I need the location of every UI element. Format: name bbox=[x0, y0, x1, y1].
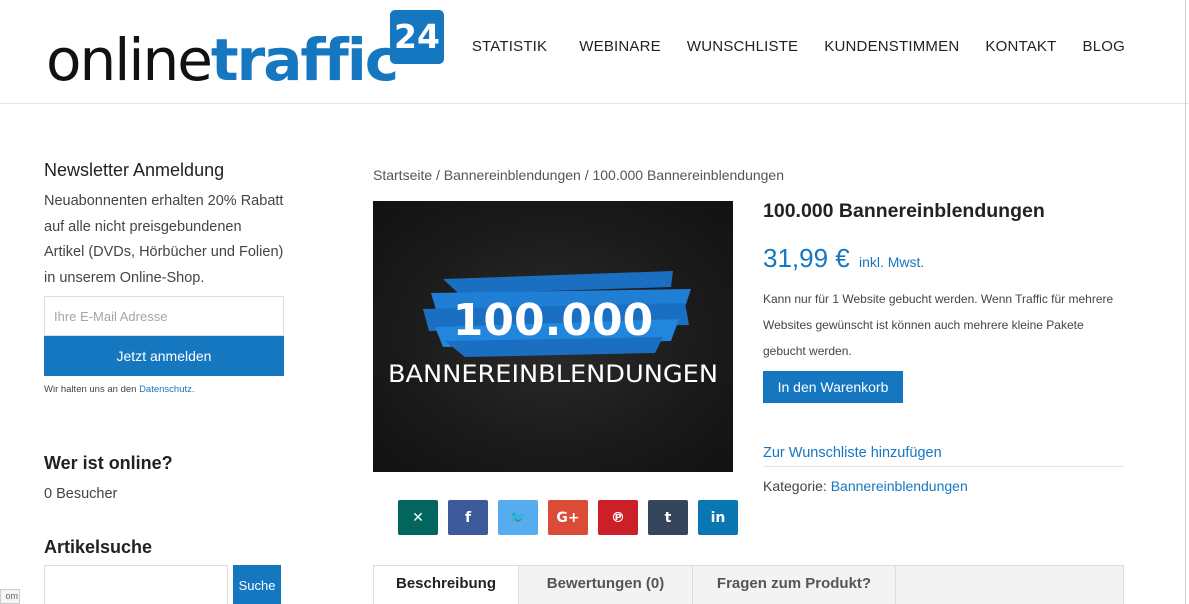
nav-item-statistik[interactable]: STATISTIK bbox=[472, 38, 547, 55]
nav-item-wunschliste[interactable]: WUNSCHLISTE bbox=[687, 38, 798, 55]
corner-tag: om bbox=[0, 589, 20, 604]
pinterest-icon: ℗ bbox=[611, 509, 625, 526]
online-widget-title: Wer ist online? bbox=[44, 453, 173, 473]
google-plus-share-button[interactable]: G+ bbox=[548, 500, 588, 535]
window-edge bbox=[1185, 0, 1186, 604]
price-value: 31,99 € bbox=[763, 243, 850, 273]
privacy-note: Wir halten uns an den Datenschutz. bbox=[44, 384, 284, 395]
xing-share-button[interactable]: ✕ bbox=[398, 500, 438, 535]
search-widget-title: Artikelsuche bbox=[44, 537, 153, 557]
product-image-number: 100.000 bbox=[453, 295, 653, 346]
product-category: Kategorie: Bannereinblendungen bbox=[763, 478, 968, 494]
product-description: Kann nur für 1 Website gebucht werden. W… bbox=[763, 292, 1114, 358]
privacy-link[interactable]: Datenschutz. bbox=[139, 384, 194, 395]
logo-text-online: online bbox=[46, 26, 213, 94]
pinterest-share-button[interactable]: ℗ bbox=[598, 500, 638, 535]
logo-text: onlinetraffic bbox=[46, 26, 399, 94]
facebook-icon: f bbox=[464, 509, 472, 526]
search-button[interactable]: Suche bbox=[233, 565, 281, 604]
tab-fragen[interactable]: Fragen zum Produkt? bbox=[693, 566, 896, 604]
tab-beschreibung[interactable]: Beschreibung bbox=[374, 566, 519, 604]
add-to-wishlist-link[interactable]: Zur Wunschliste hinzufügen bbox=[763, 445, 942, 461]
online-visitor-count: 0 Besucher bbox=[44, 486, 118, 502]
product-price: 31,99 € inkl. Mwst. bbox=[763, 243, 924, 274]
newsletter-email-input[interactable] bbox=[44, 296, 284, 336]
product-image-word: BANNEREINBLENDUNGEN bbox=[388, 360, 718, 388]
newsletter-text: Neuabonnenten erhalten 20% Rabatt auf al… bbox=[44, 193, 284, 286]
newsletter-subscribe-button[interactable]: Jetzt anmelden bbox=[44, 336, 284, 376]
twitter-share-button[interactable]: 🐦 bbox=[498, 500, 538, 535]
category-link[interactable]: Bannereinblendungen bbox=[831, 478, 968, 494]
logo-text-traffic: traffic bbox=[210, 26, 399, 94]
product-image[interactable]: 100.000 BANNEREINBLENDUNGEN bbox=[373, 201, 733, 472]
twitter-icon: 🐦 bbox=[509, 509, 527, 526]
price-suffix: inkl. Mwst. bbox=[858, 254, 925, 270]
tumblr-share-button[interactable]: t bbox=[648, 500, 688, 535]
nav-item-kontakt[interactable]: KONTAKT bbox=[985, 38, 1056, 55]
logo-badge: 24 bbox=[390, 10, 444, 64]
linkedin-icon: in bbox=[710, 509, 726, 526]
site-logo[interactable]: onlinetraffic 24 bbox=[46, 8, 446, 94]
tab-bewertungen[interactable]: Bewertungen (0) bbox=[519, 566, 693, 604]
privacy-prefix: Wir halten uns an den bbox=[44, 384, 137, 395]
linkedin-share-button[interactable]: in bbox=[698, 500, 738, 535]
main-nav: STATISTIK WEBINARE WUNSCHLISTE KUNDENSTI… bbox=[472, 38, 1125, 55]
xing-icon: ✕ bbox=[412, 509, 424, 526]
breadcrumb[interactable]: Startseite / Bannereinblendungen / 100.0… bbox=[373, 167, 784, 183]
nav-item-blog[interactable]: BLOG bbox=[1083, 38, 1125, 55]
category-label: Kategorie: bbox=[763, 478, 827, 494]
google-plus-icon: G+ bbox=[556, 509, 580, 526]
nav-item-kundenstimmen[interactable]: KUNDENSTIMMEN bbox=[824, 38, 959, 55]
site-header: onlinetraffic 24 STATISTIK WEBINARE WUNS… bbox=[0, 0, 1189, 104]
add-to-cart-button[interactable]: In den Warenkorb bbox=[763, 371, 903, 403]
newsletter-widget: Newsletter Anmeldung Neuabonnenten erhal… bbox=[44, 160, 284, 395]
nav-item-webinare[interactable]: WEBINARE bbox=[579, 38, 661, 55]
facebook-share-button[interactable]: f bbox=[448, 500, 488, 535]
tumblr-icon: t bbox=[664, 509, 672, 526]
divider bbox=[763, 466, 1124, 467]
product-tabs: Beschreibung Bewertungen (0) Fragen zum … bbox=[373, 565, 1124, 604]
newsletter-title: Newsletter Anmeldung bbox=[44, 160, 225, 180]
search-input[interactable] bbox=[44, 565, 228, 604]
product-image-graphic: 100.000 BANNEREINBLENDUNGEN bbox=[388, 271, 718, 388]
product-title: 100.000 Bannereinblendungen bbox=[763, 200, 1045, 222]
